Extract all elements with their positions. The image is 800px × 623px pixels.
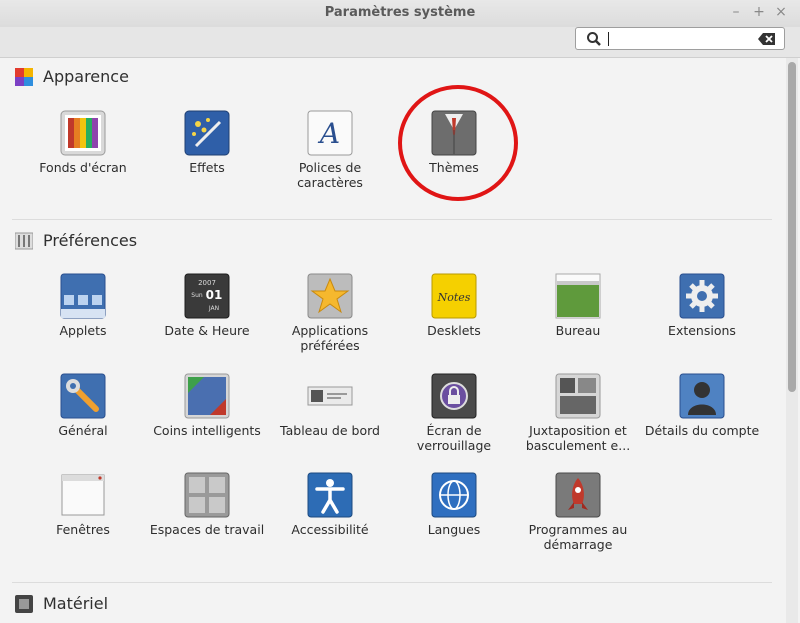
calendar-weekday: Sun	[191, 292, 203, 299]
applets-icon	[60, 273, 106, 319]
desklet-note-text: Notes	[437, 291, 471, 304]
section-appearance-header: Apparence	[15, 67, 129, 86]
calendar-year: 2007	[198, 279, 216, 287]
item-accessibility[interactable]: Accessibilité	[270, 472, 390, 537]
item-label: Polices de caractères	[297, 160, 363, 190]
settings-window: Paramètres système – + × Apparence Fonds…	[0, 0, 800, 623]
workspaces-icon	[184, 472, 230, 518]
calendar-icon: 2007 Sun 01 JAN	[184, 273, 230, 319]
search-icon	[587, 32, 601, 46]
item-label: Fenêtres	[56, 522, 110, 537]
section-divider	[12, 582, 772, 583]
rocket-icon	[555, 472, 601, 518]
calendar-month: JAN	[208, 305, 219, 312]
item-date-time[interactable]: 2007 Sun 01 JAN Date & Heure	[147, 273, 267, 338]
item-label: Accessibilité	[291, 522, 369, 537]
font-icon: A	[307, 110, 353, 156]
text-caret	[608, 32, 609, 46]
toolbar	[0, 27, 800, 58]
item-label: Tableau de bord	[280, 423, 380, 438]
section-hardware-header: Matériel	[15, 594, 108, 613]
item-label: Date & Heure	[164, 323, 250, 338]
preferences-sliders-icon	[15, 232, 33, 249]
section-preferences-title: Préférences	[43, 231, 138, 250]
item-lock-screen[interactable]: Écran de verrouillage	[394, 373, 514, 453]
tiling-icon	[555, 373, 601, 419]
window-icon	[61, 474, 105, 516]
item-preferred-apps[interactable]: Applications préférées	[270, 273, 390, 353]
item-label: Programmes au démarrage	[528, 522, 628, 552]
maximize-button[interactable]: +	[751, 4, 767, 20]
user-icon	[679, 373, 725, 419]
title-bar: Paramètres système – + ×	[0, 0, 800, 28]
hot-corners-icon	[184, 373, 230, 419]
item-label: Juxtaposition et basculement e...	[525, 423, 631, 453]
item-fonts[interactable]: A Polices de caractères	[270, 110, 390, 190]
item-effects[interactable]: Effets	[147, 110, 267, 175]
themes-highlight-circle	[398, 85, 518, 201]
item-desktop[interactable]: Bureau	[518, 273, 638, 338]
section-preferences-header: Préférences	[15, 231, 137, 250]
item-extensions[interactable]: Extensions	[642, 273, 762, 338]
item-label: Applications préférées	[291, 323, 369, 353]
item-hot-corners[interactable]: Coins intelligents	[147, 373, 267, 438]
panel-icon	[307, 386, 353, 406]
lock-icon	[431, 373, 477, 419]
item-label: Applets	[59, 323, 107, 338]
wallpaper-icon	[60, 110, 106, 156]
section-divider	[12, 219, 772, 220]
vertical-scrollbar[interactable]	[786, 58, 798, 623]
globe-icon	[431, 472, 477, 518]
item-applets[interactable]: Applets	[23, 273, 143, 338]
item-workspaces[interactable]: Espaces de travail	[147, 472, 267, 537]
desktop-icon	[555, 273, 601, 319]
close-button[interactable]: ×	[773, 4, 789, 20]
item-label: Écran de verrouillage	[416, 423, 492, 453]
appearance-palette-icon	[15, 67, 33, 86]
hardware-icon	[15, 594, 33, 613]
window-title: Paramètres système	[324, 5, 476, 20]
item-label: Fonds d'écran	[39, 160, 127, 175]
item-desklets[interactable]: Notes Desklets	[394, 273, 514, 338]
item-label: Desklets	[427, 323, 481, 338]
gear-icon	[679, 273, 725, 319]
item-label: Espaces de travail	[149, 522, 265, 537]
svg-text:A: A	[317, 117, 340, 150]
section-hardware-title: Matériel	[43, 594, 109, 613]
section-appearance-title: Apparence	[43, 67, 129, 86]
item-languages[interactable]: Langues	[394, 472, 514, 537]
item-startup-applications[interactable]: Programmes au démarrage	[518, 472, 638, 552]
item-panel[interactable]: Tableau de bord	[270, 373, 390, 438]
item-label: Langues	[427, 522, 481, 537]
item-label: Extensions	[668, 323, 736, 338]
clear-text-icon[interactable]	[758, 32, 776, 46]
settings-content: Apparence Fonds d'écran Effets A Polices…	[0, 58, 785, 623]
item-windows[interactable]: Fenêtres	[23, 472, 143, 537]
scrollbar-thumb[interactable]	[788, 62, 796, 392]
item-label: Coins intelligents	[153, 423, 261, 438]
item-label: Effets	[189, 160, 225, 175]
search-input[interactable]	[575, 27, 785, 50]
effects-wand-icon	[184, 110, 230, 156]
item-label: Général	[58, 423, 108, 438]
item-label: Détails du compte	[644, 423, 760, 438]
wrench-icon	[60, 373, 106, 419]
item-wallpapers[interactable]: Fonds d'écran	[23, 110, 143, 175]
accessibility-icon	[307, 472, 353, 518]
item-tiling[interactable]: Juxtaposition et basculement e...	[518, 373, 638, 453]
calendar-date: 01	[206, 288, 223, 302]
desklets-note-icon: Notes	[431, 273, 477, 319]
item-account-details[interactable]: Détails du compte	[642, 373, 762, 438]
minimize-button[interactable]: –	[728, 4, 744, 20]
star-icon	[307, 273, 353, 319]
item-general[interactable]: Général	[23, 373, 143, 438]
item-label: Bureau	[555, 323, 601, 338]
